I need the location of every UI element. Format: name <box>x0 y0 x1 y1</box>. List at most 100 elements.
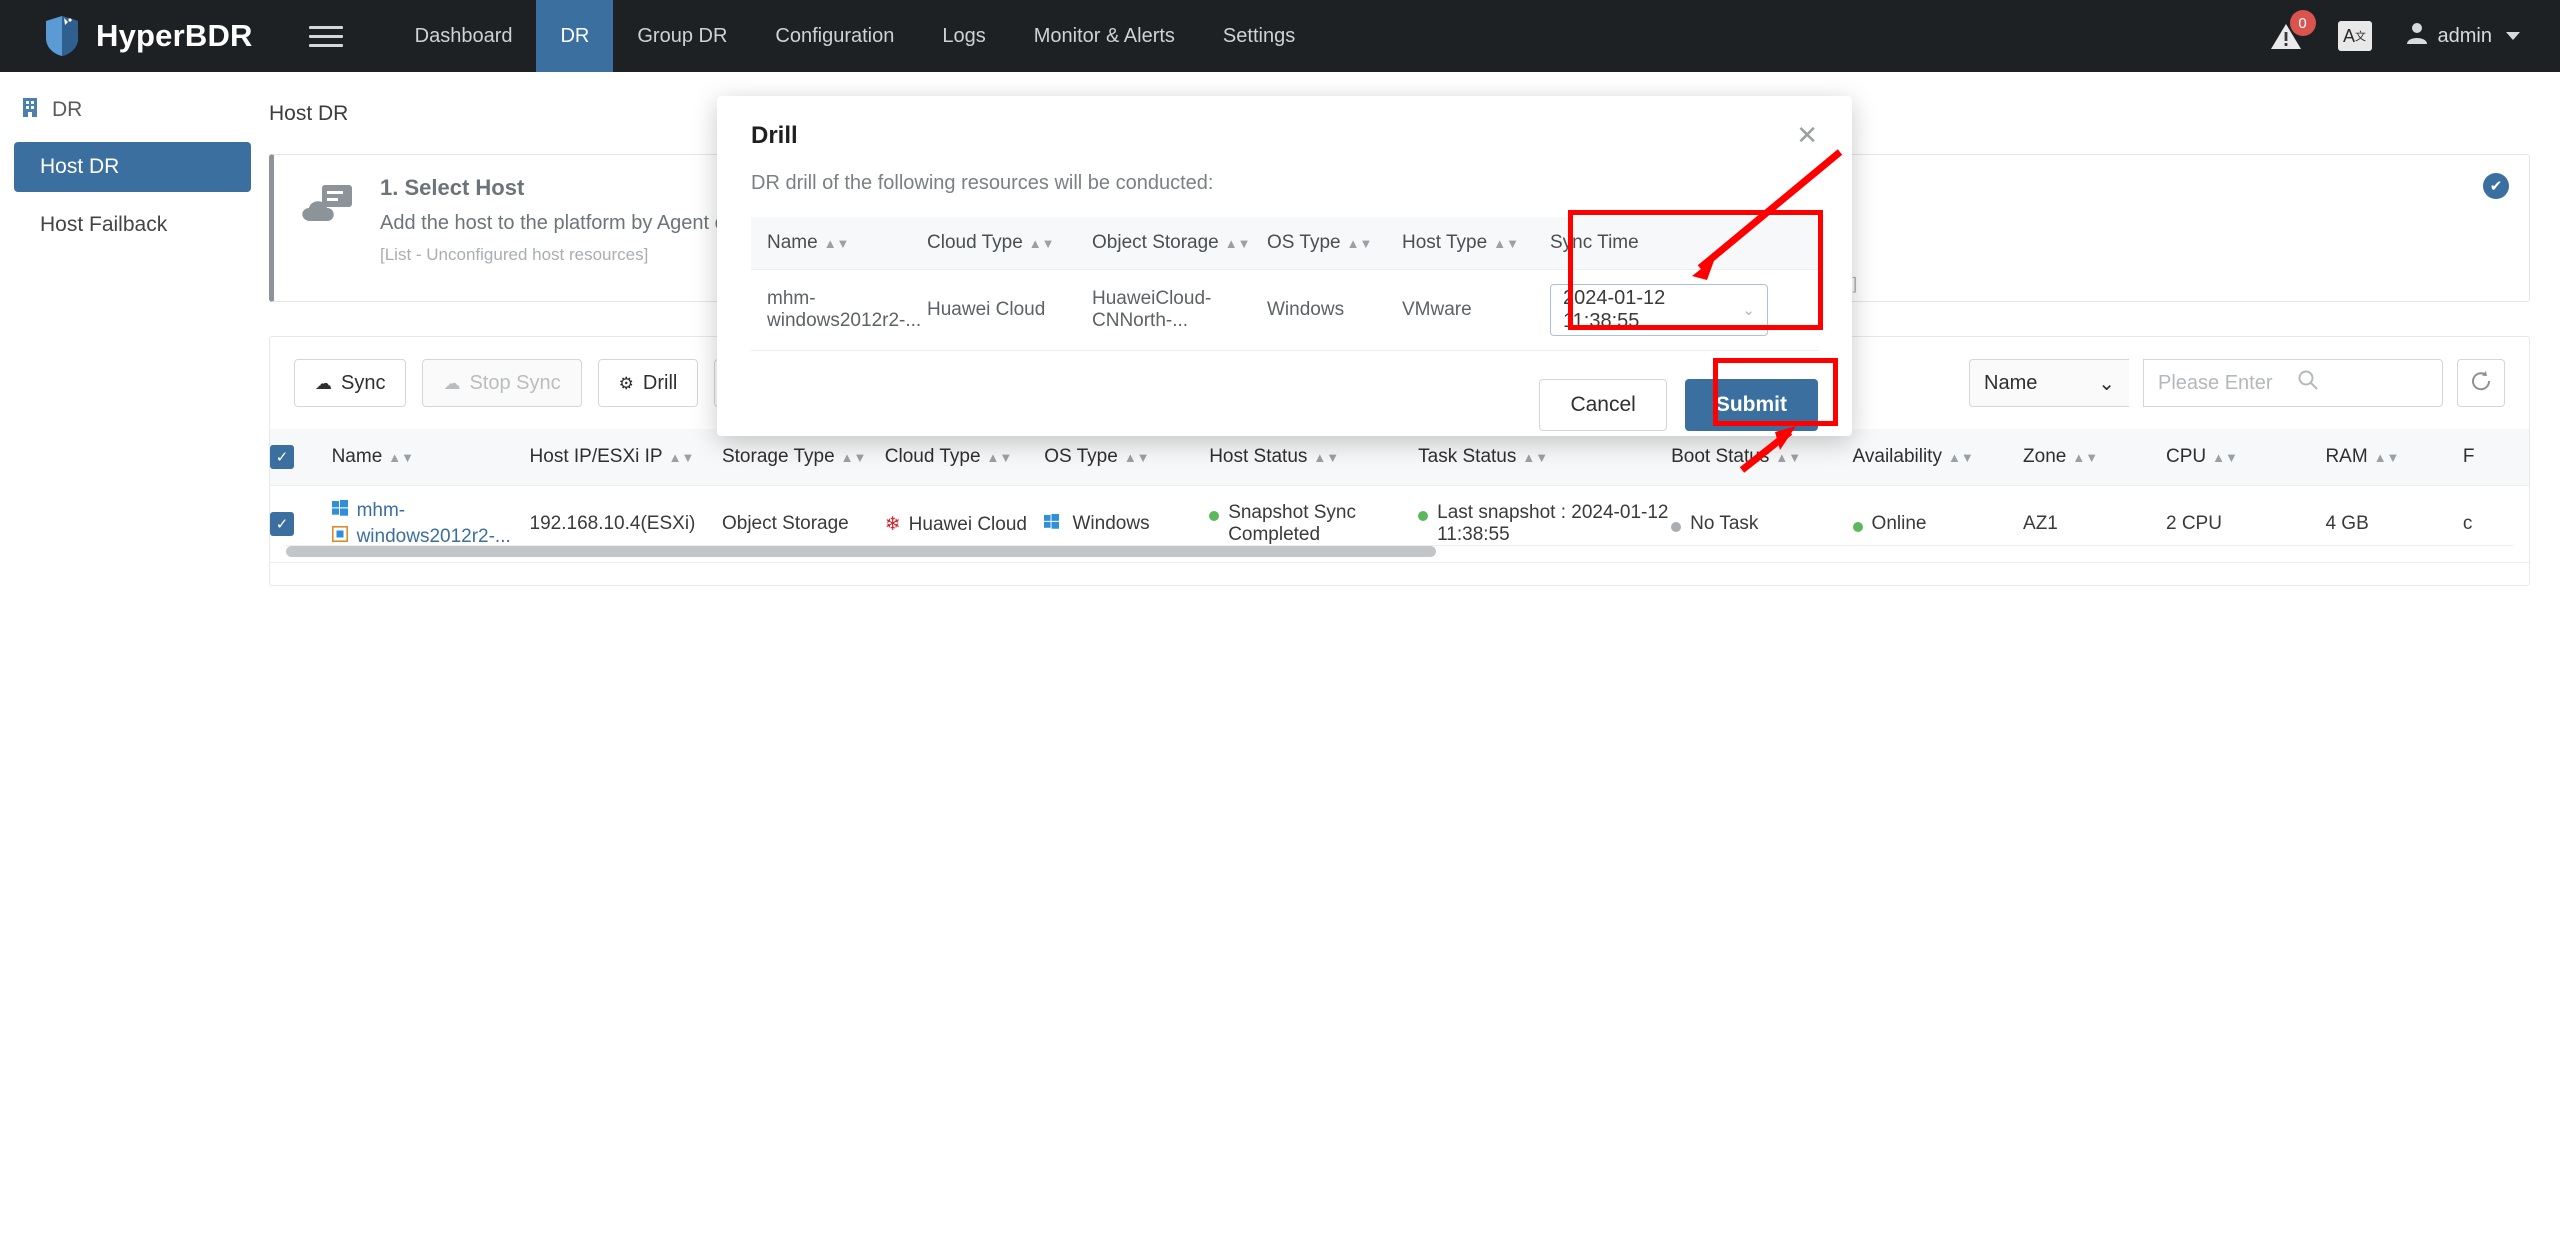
cancel-button[interactable]: Cancel <box>1539 379 1667 431</box>
search-placeholder: Please Enter <box>2158 371 2273 394</box>
dialog-host-name-line2: windows2012r2-... <box>767 310 922 331</box>
column-header-ram[interactable]: RAM ▲▼ <box>2325 429 2463 486</box>
drill-button[interactable]: ⚙ Drill <box>597 359 699 407</box>
sync-button[interactable]: ☁ Sync <box>294 359 407 407</box>
drill-icon: ⚙ <box>618 373 634 393</box>
dialog-column-header-host-type[interactable]: Host Type ▲▼ <box>1386 217 1534 270</box>
sort-icon: ▲▼ <box>1493 236 1519 251</box>
alert-count-badge: 0 <box>2289 10 2316 36</box>
dialog-column-header-object-storage[interactable]: Object Storage ▲▼ <box>1076 217 1251 270</box>
language-sup: 文 <box>2355 31 2367 43</box>
column-header-availability[interactable]: Availability ▲▼ <box>1852 429 2024 486</box>
sort-icon: ▲▼ <box>986 450 1013 465</box>
sort-icon: ▲▼ <box>1123 450 1150 465</box>
status-dot <box>1852 522 1863 532</box>
column-header-cpu[interactable]: CPU ▲▼ <box>2165 429 2326 486</box>
os-type-text: Windows <box>1072 513 1150 534</box>
dialog-table-header-row: Name ▲▼ Cloud Type ▲▼ Object Storage ▲▼ OS … <box>751 217 1819 270</box>
column-label: F <box>2462 446 2475 467</box>
scrollbar-thumb[interactable] <box>286 546 1436 557</box>
submit-button[interactable]: Submit <box>1684 379 1818 431</box>
task-status-text: Last snapshot : 2024-01-12 11:38:55 <box>1437 502 1669 545</box>
column-header-name[interactable]: Name ▲▼ <box>331 429 530 486</box>
dialog-column-header-name[interactable]: Name ▲▼ <box>751 217 911 270</box>
dialog-cell-cloud-type: Huawei Cloud <box>911 269 1076 351</box>
top-navigation-bar: HyperBDR Dashboard DR Group DR Configura… <box>0 0 2560 72</box>
column-label: Name <box>767 232 818 253</box>
column-header-cloud-type[interactable]: Cloud Type ▲▼ <box>884 429 1045 486</box>
host-status-wrap: Snapshot Sync Completed <box>1209 502 1418 546</box>
column-header-host-ip[interactable]: Host IP/ESXi IP ▲▼ <box>529 429 722 486</box>
sort-icon: ▲▼ <box>388 450 414 465</box>
column-label: Host Type <box>1402 232 1488 253</box>
host-name-line1[interactable]: mhm- <box>331 500 530 522</box>
column-header-host-status[interactable]: Host Status ▲▼ <box>1209 429 1419 486</box>
building-icon <box>20 96 40 124</box>
nav-item-settings[interactable]: Settings <box>1199 0 1319 72</box>
search-field-value: Name <box>1984 371 2038 394</box>
search-field-select[interactable]: Name ⌄ <box>1969 359 2129 407</box>
dialog-cell-os-type: Windows <box>1251 269 1386 351</box>
select-all-checkbox[interactable]: ✓ <box>270 445 294 469</box>
boot-status-text: No Task <box>1690 513 1759 534</box>
stop-sync-button[interactable]: ☁ Stop Sync <box>422 359 582 407</box>
nav-item-dr[interactable]: DR <box>536 0 614 72</box>
nav-item-dashboard[interactable]: Dashboard <box>391 0 537 72</box>
nav-item-configuration[interactable]: Configuration <box>751 0 918 72</box>
shield-logo-icon <box>42 14 82 58</box>
user-name: admin <box>2437 24 2492 47</box>
sort-icon: ▲▼ <box>2212 450 2238 465</box>
column-header-storage-type[interactable]: Storage Type ▲▼ <box>721 429 885 486</box>
sort-icon: ▲▼ <box>1346 236 1373 251</box>
alert-warning-icon[interactable]: 0 <box>2268 10 2316 54</box>
dialog-resource-table: Name ▲▼ Cloud Type ▲▼ Object Storage ▲▼ OS … <box>751 217 1819 351</box>
cloud-stop-icon: ☁ <box>443 373 461 393</box>
horizontal-scrollbar[interactable] <box>286 545 2513 557</box>
language-letter: A <box>2343 25 2356 46</box>
chevron-down-icon: ⌄ <box>2098 372 2115 395</box>
close-icon[interactable]: ✕ <box>1796 122 1818 148</box>
column-label: Availability <box>1852 446 1942 467</box>
dialog-subtitle: DR drill of the following resources will… <box>751 172 1214 194</box>
search-icon[interactable] <box>2297 369 2428 397</box>
sort-icon: ▲▼ <box>1028 236 1055 251</box>
nav-item-group-dr[interactable]: Group DR <box>613 0 751 72</box>
column-header-boot-status[interactable]: Boot Status ▲▼ <box>1671 429 1853 486</box>
sort-icon: ▲▼ <box>1224 236 1251 251</box>
sidebar-item-host-failback[interactable]: Host Failback <box>14 200 251 250</box>
step-completed-badge-icon: ✔ <box>2483 173 2509 199</box>
column-header-truncated[interactable]: F <box>2462 429 2529 486</box>
column-header-os-type[interactable]: OS Type ▲▼ <box>1044 429 1210 486</box>
column-label: RAM <box>2325 446 2368 467</box>
column-header-task-status[interactable]: Task Status ▲▼ <box>1418 429 1672 486</box>
refresh-button[interactable] <box>2457 359 2505 407</box>
column-header-zone[interactable]: Zone ▲▼ <box>2023 429 2166 486</box>
column-label: Storage Type <box>721 446 835 467</box>
dialog-column-header-os-type[interactable]: OS Type ▲▼ <box>1251 217 1386 270</box>
column-label: Zone <box>2023 446 2067 467</box>
drill-button-label: Drill <box>642 371 678 394</box>
sidebar-section-label: DR <box>52 98 83 121</box>
object-storage-line1: HuaweiCloud- <box>1092 288 1212 309</box>
dialog-footer: Cancel Submit <box>717 351 1852 431</box>
dialog-column-header-sync-time: Sync Time <box>1534 217 1819 270</box>
status-dot <box>1209 511 1220 521</box>
cloud-type-text: Huawei Cloud <box>908 513 1027 535</box>
nav-item-monitor-alerts[interactable]: Monitor & Alerts <box>1010 0 1199 72</box>
sort-icon: ▲▼ <box>2373 450 2400 465</box>
user-menu[interactable]: admin <box>2406 21 2520 51</box>
refresh-icon <box>2469 369 2493 398</box>
sidebar-item-host-dr[interactable]: Host DR <box>14 142 251 192</box>
hamburger-icon[interactable] <box>308 21 343 51</box>
dialog-column-header-cloud-type[interactable]: Cloud Type ▲▼ <box>911 217 1076 270</box>
step-title: 1. Select Host <box>380 175 525 200</box>
language-switch-icon[interactable]: A文 <box>2337 21 2372 51</box>
brand-logo[interactable]: HyperBDR <box>42 14 253 58</box>
row-checkbox[interactable]: ✓ <box>270 512 294 536</box>
dialog-header: Drill ✕ <box>717 96 1852 150</box>
sync-time-select[interactable]: 2024-01-12 11:38:55 ⌄ <box>1550 284 1768 336</box>
search-input[interactable]: Please Enter <box>2143 359 2443 407</box>
nav-item-logs[interactable]: Logs <box>918 0 1009 72</box>
sort-icon: ▲▼ <box>2072 450 2099 465</box>
column-label: Cloud Type <box>927 232 1023 253</box>
